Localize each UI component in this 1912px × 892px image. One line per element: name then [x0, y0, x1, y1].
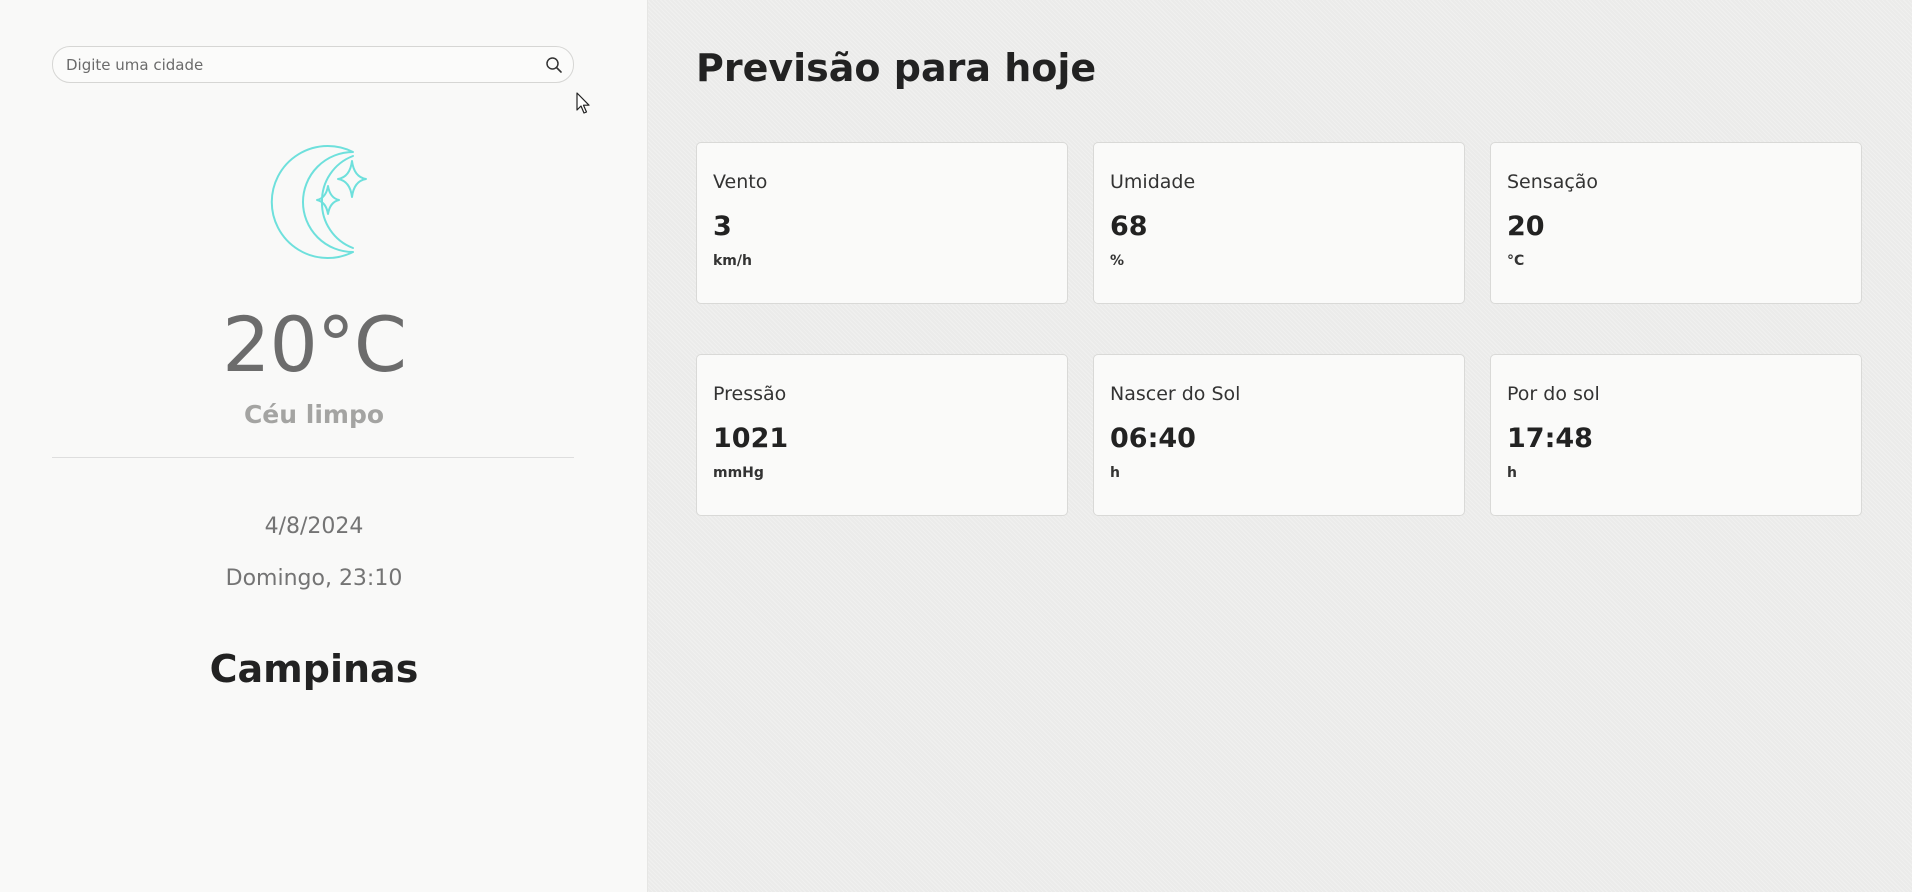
search-icon[interactable]: [543, 54, 565, 76]
card-wind: Vento 3 km/h: [696, 142, 1068, 304]
card-unit: °C: [1507, 253, 1525, 269]
card-label: Vento: [713, 171, 768, 193]
card-label: Sensação: [1507, 171, 1599, 193]
mouse-cursor-icon: [576, 92, 592, 116]
current-temperature: 20°C: [222, 300, 407, 389]
card-label: Por do sol: [1507, 383, 1600, 405]
current-date: 4/8/2024: [264, 514, 364, 539]
card-sunrise: Nascer do Sol 06:40 h: [1093, 354, 1465, 516]
card-value: 20: [1507, 211, 1545, 242]
card-value: 1021: [713, 423, 789, 454]
forecast-cards: Vento 3 km/h Umidade 68 % Sensação 20 °C…: [696, 142, 1862, 516]
moon-stars-icon: [250, 134, 380, 264]
weather-condition: Céu limpo: [243, 400, 385, 429]
sidebar-divider: [52, 457, 574, 458]
card-value: 17:48: [1507, 423, 1593, 454]
card-label: Umidade: [1110, 171, 1196, 193]
city-name: Campinas: [209, 647, 419, 691]
search-bar: [52, 46, 574, 83]
current-day-time: Domingo, 23:10: [225, 566, 403, 591]
card-unit: %: [1110, 253, 1125, 269]
card-sunset: Por do sol 17:48 h: [1490, 354, 1862, 516]
card-unit: h: [1507, 465, 1517, 481]
card-feels-like: Sensação 20 °C: [1490, 142, 1862, 304]
card-label: Pressão: [713, 383, 787, 405]
card-label: Nascer do Sol: [1110, 383, 1241, 405]
card-value: 06:40: [1110, 423, 1196, 454]
sidebar: 20°C Céu limpo 4/8/2024 Domingo, 23:10 C…: [0, 0, 648, 892]
card-humidity: Umidade 68 %: [1093, 142, 1465, 304]
card-unit: h: [1110, 465, 1120, 481]
forecast-panel: Previsão para hoje Vento 3 km/h Umidade …: [648, 0, 1912, 892]
card-unit: mmHg: [713, 465, 764, 481]
card-value: 68: [1110, 211, 1148, 242]
page-title: Previsão para hoje: [696, 46, 1097, 90]
card-pressure: Pressão 1021 mmHg: [696, 354, 1068, 516]
card-unit: km/h: [713, 253, 752, 269]
card-value: 3: [713, 211, 732, 242]
city-search-input[interactable]: [53, 47, 523, 82]
